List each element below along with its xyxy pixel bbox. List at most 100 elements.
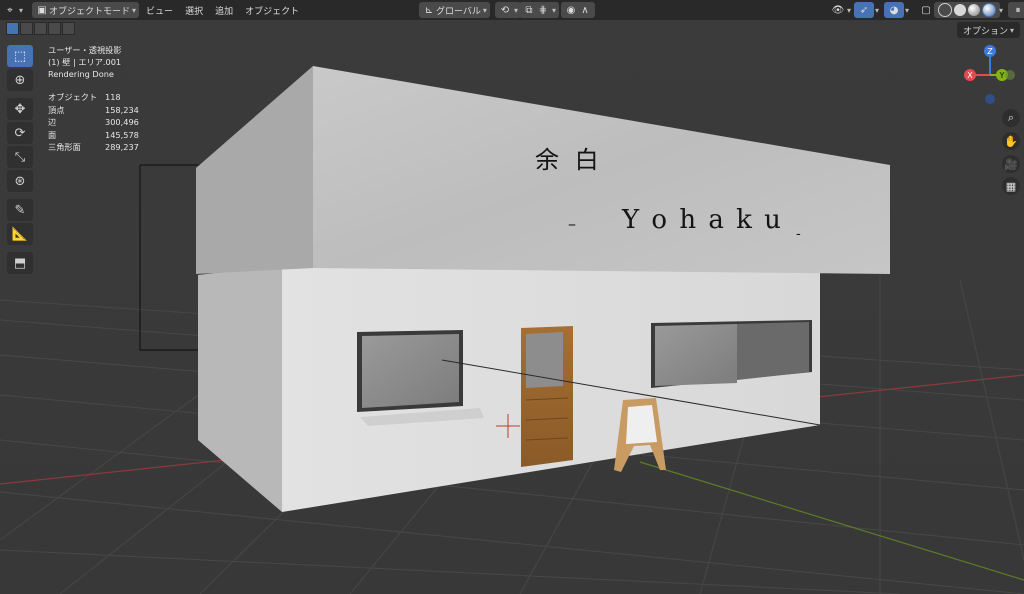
stat-row: 辺 300,496: [48, 116, 139, 129]
orientation-icon: ⊾: [424, 4, 434, 16]
viewport-info: ユーザー・透視投影 (1) 壁 | エリア.001 Rendering Done: [48, 44, 122, 80]
snap-icon: ⧉: [525, 4, 533, 16]
menu-select[interactable]: 選択: [179, 2, 209, 18]
menu-add[interactable]: 追加: [209, 2, 239, 18]
gizmo-neg-y-axis[interactable]: [1005, 70, 1015, 80]
shading-dropdown[interactable]: ▾: [994, 2, 1006, 18]
xray-icon: ▢: [921, 4, 931, 16]
eye-icon: 👁: [831, 4, 845, 16]
chevron-down-icon: ▾: [552, 5, 557, 15]
snap-button[interactable]: ⧉ ⋕ ▾: [519, 2, 560, 18]
stat-label: 辺: [48, 117, 57, 127]
chevron-down-icon: ▾: [514, 5, 519, 15]
move-icon[interactable]: ✥: [7, 98, 33, 120]
transform-icon[interactable]: ⊛: [7, 170, 33, 192]
viewport-header: ⌖ ▾ ▣ オブジェクトモード ▾ ビュー 選択 追加 オブジェクト ⊾ グローバ…: [0, 0, 1024, 20]
chevron-down-icon: ▾: [847, 5, 852, 15]
navigation-gizmo[interactable]: Z X Y: [960, 42, 1024, 108]
3d-viewport[interactable]: 余 白 – Y o h a k u - ⌖ ▾ ▣ オブジェクトモード ▾ ビュー…: [0, 0, 1024, 594]
measure-icon[interactable]: 📐: [7, 223, 33, 245]
editor-type-button[interactable]: ⌖ ▾: [0, 2, 26, 18]
stat-label: 三角形面: [48, 142, 81, 152]
cursor-icon[interactable]: ⊕: [7, 69, 33, 91]
options-dropdown[interactable]: オプション ▾: [956, 22, 1020, 38]
mode-dropdown[interactable]: ▣ オブジェクトモード ▾: [32, 2, 140, 18]
add-cube-icon[interactable]: ⬒: [7, 252, 33, 274]
xray-toggle[interactable]: ▢: [916, 2, 936, 18]
falloff-icon: ∧: [581, 4, 589, 16]
scene-statistics: オブジェクト 118 頂点 158,234 辺 300,496 面 145,578 三角…: [48, 91, 139, 154]
stat-value: 300,496: [105, 117, 139, 127]
menu-view[interactable]: ビュー: [140, 2, 179, 18]
stat-row: 頂点 158,234: [48, 104, 139, 117]
camera-icon[interactable]: 🎥: [1002, 155, 1020, 173]
signage-roman: Y o h a k u: [622, 205, 783, 235]
object-mode-icon: ▣: [37, 4, 47, 16]
stat-label: 面: [48, 129, 57, 140]
toolbar-gap: [7, 92, 35, 97]
rotate-icon[interactable]: ⟳: [7, 122, 33, 144]
hand-icon[interactable]: ✋: [1002, 132, 1020, 150]
chevron-down-icon: ▾: [1009, 25, 1014, 35]
stat-value: 158,234: [105, 104, 139, 115]
left-window: [362, 334, 459, 408]
select-invert-icon[interactable]: [48, 22, 61, 35]
stat-value: 145,578: [105, 129, 139, 140]
gizmo-dropdown[interactable]: ▾: [870, 2, 882, 18]
zoom-icon[interactable]: ⌕: [1002, 109, 1020, 127]
chevron-down-icon: ▾: [19, 5, 24, 15]
signage-dash-right: -: [796, 226, 801, 242]
shading-buttons[interactable]: [934, 2, 1000, 18]
stat-row: オブジェクト 118: [48, 91, 139, 104]
gizmo-x-label: X: [967, 71, 973, 80]
orientation-dropdown[interactable]: ⊾ グローバル ▾: [419, 2, 490, 18]
pivot-icon: ⟲: [500, 4, 510, 16]
select-subtract-icon[interactable]: [34, 22, 47, 35]
select-intersect-icon[interactable]: [62, 22, 75, 35]
toolbar-gap: [7, 246, 35, 251]
pivot-button[interactable]: ⟲ ▾: [495, 2, 522, 18]
stat-value: 289,237: [105, 142, 139, 152]
active-object: (1) 壁 | エリア.001: [48, 57, 122, 67]
options-label: オプション: [962, 26, 1008, 37]
chevron-down-icon: ▾: [905, 5, 910, 15]
right-window: [655, 324, 737, 386]
select-extend-icon[interactable]: [20, 22, 33, 35]
scene-render: [0, 0, 1024, 594]
chevron-down-icon: ▾: [482, 5, 487, 15]
stat-label: オブジェクト: [48, 92, 98, 102]
pause-icon: ⏸: [1015, 4, 1021, 16]
proportional-edit-icon: ◉: [566, 4, 576, 16]
gizmo-neg-z-axis[interactable]: [985, 94, 995, 104]
visibility-button[interactable]: 👁 ▾: [828, 2, 854, 18]
overlay-dropdown[interactable]: ▾: [900, 2, 912, 18]
mode-label: オブジェクトモード: [49, 6, 131, 17]
proportional-edit-button[interactable]: ◉ ∧: [561, 2, 595, 18]
signage-kanji: 余 白: [535, 146, 603, 174]
signage-dash-left: –: [568, 214, 576, 233]
gizmo-y-label: Y: [999, 71, 1005, 80]
render-status: Rendering Done: [48, 69, 114, 79]
scale-icon[interactable]: ⤡: [7, 146, 33, 168]
selection-mode-group: [6, 22, 75, 35]
wireframe-shading-icon[interactable]: [938, 3, 952, 17]
menu-object[interactable]: オブジェクト: [239, 2, 305, 18]
orientation-label: グローバル: [436, 6, 481, 17]
solid-shading-icon[interactable]: [954, 4, 966, 16]
material-shading-icon[interactable]: [968, 4, 980, 16]
snap-grid-icon: ⋕: [538, 4, 548, 16]
chevron-down-icon: ▾: [132, 5, 137, 15]
view-name: ユーザー・透視投影: [48, 45, 122, 55]
select-new-icon[interactable]: [6, 22, 19, 35]
stat-row: 三角形面 289,237: [48, 141, 139, 154]
stat-label: 頂点: [48, 104, 65, 115]
grid-icon[interactable]: ▦: [1002, 177, 1020, 195]
pause-render-button[interactable]: ⏸: [1008, 2, 1024, 18]
select-box-icon[interactable]: ⬚: [7, 45, 33, 67]
annotate-icon[interactable]: ✎: [7, 199, 33, 221]
gizmo-icon: ➶: [859, 4, 869, 16]
toolbar-gap: [7, 193, 35, 198]
editor-type-icon: ⌖: [7, 4, 13, 16]
chevron-down-icon: ▾: [875, 5, 880, 15]
stat-row: 面 145,578: [48, 129, 139, 142]
